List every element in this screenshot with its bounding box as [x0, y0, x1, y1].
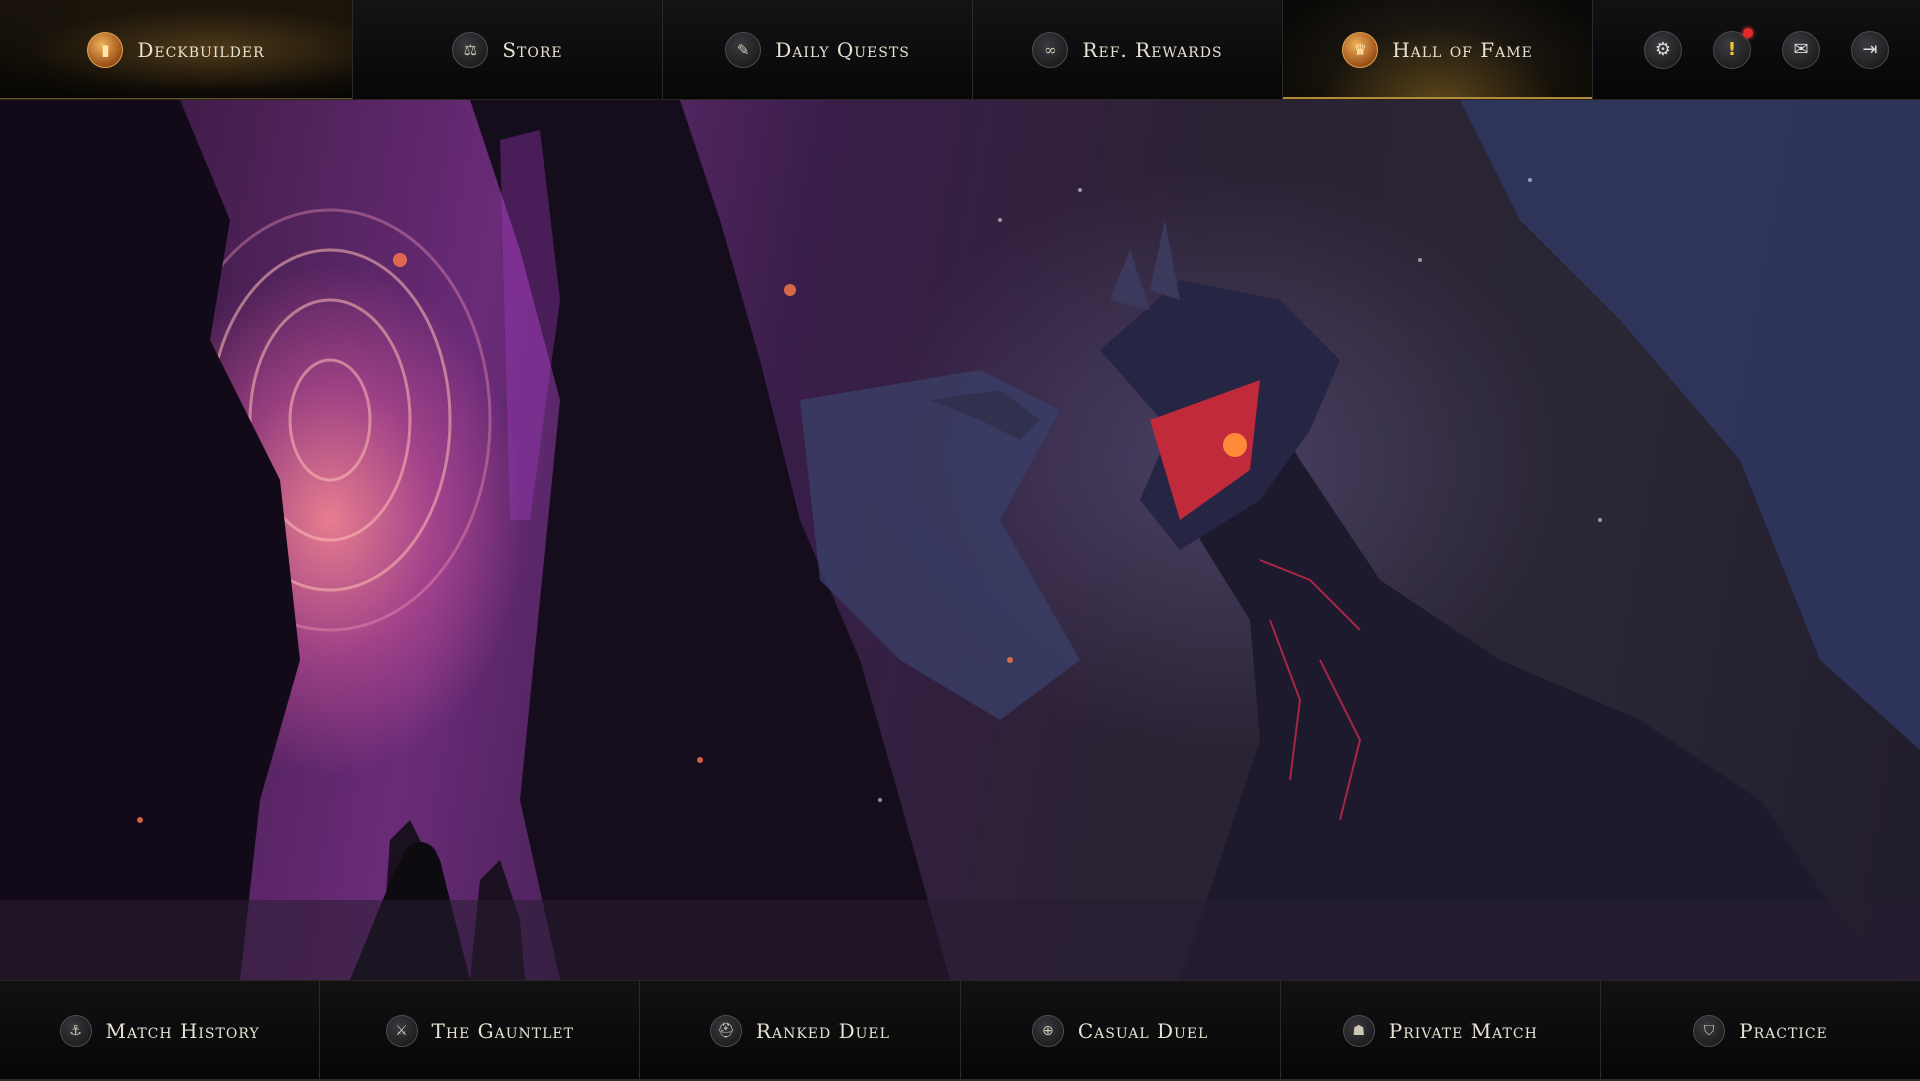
card-icon: ▮ [87, 31, 124, 68]
logout-button[interactable]: ⇥ [1851, 30, 1889, 69]
tab-label: Store [502, 37, 563, 62]
tab-label: Hall of Fame [1392, 37, 1533, 62]
left-cliff [0, 100, 300, 980]
tab-label: Deckbuilder [137, 37, 265, 62]
quill-icon: ✎ [725, 31, 762, 68]
globe-icon: ⊕ [1031, 1015, 1064, 1047]
exclamation-icon: ! [1727, 39, 1737, 60]
logout-icon: ⇥ [1862, 39, 1878, 60]
mode-label: The Gauntlet [431, 1019, 574, 1043]
trophy-icon: ♛ [1342, 31, 1379, 68]
mode-label: Ranked Duel [755, 1019, 890, 1043]
tab-label: Ref. Rewards [1082, 37, 1223, 62]
mode-label: Match History [105, 1019, 260, 1043]
mode-label: Practice [1739, 1019, 1828, 1043]
casual-duel-button[interactable]: ⊕ Casual Duel [960, 981, 1281, 1081]
private-match-button[interactable]: ☗ Private Match [1280, 981, 1601, 1081]
gear-icon: ⚙ [1654, 39, 1672, 60]
mode-label: Casual Duel [1077, 1019, 1209, 1043]
dragon-wing-right [1460, 100, 1920, 750]
notification-dot [1743, 27, 1753, 38]
hero-artwork [0, 100, 1920, 980]
link-icon: ∞ [1032, 31, 1069, 68]
tab-store[interactable]: ⚖ Store [353, 0, 663, 99]
game-mode-bar: ⚓ Match History ⚔ The Gauntlet ⛑ Ranked … [0, 980, 1920, 1081]
mail-icon: ✉ [1793, 39, 1809, 60]
scales-icon: ⚖ [452, 31, 489, 68]
utility-buttons: ⚙ ! ✉ ⇥ [1593, 0, 1920, 99]
tab-ref-rewards[interactable]: ∞ Ref. Rewards [973, 0, 1283, 99]
match-history-button[interactable]: ⚓ Match History [0, 981, 321, 1081]
tab-hall-of-fame[interactable]: ♛ Hall of Fame [1283, 0, 1593, 99]
top-navigation: ▮ Deckbuilder ⚖ Store ✎ Daily Quests ∞ R… [0, 0, 1920, 100]
the-gauntlet-button[interactable]: ⚔ The Gauntlet [320, 981, 641, 1081]
practice-button[interactable]: ⛉ Practice [1600, 981, 1920, 1081]
crossed-swords-icon: ⚔ [385, 1015, 418, 1047]
history-icon: ⚓ [59, 1015, 92, 1047]
ranked-duel-button[interactable]: ⛑ Ranked Duel [640, 981, 961, 1081]
mail-button[interactable]: ✉ [1782, 30, 1820, 69]
tab-deckbuilder[interactable]: ▮ Deckbuilder [0, 0, 353, 99]
alerts-button[interactable]: ! [1713, 27, 1753, 69]
hood-icon: ☗ [1342, 1015, 1375, 1047]
tab-label: Daily Quests [775, 37, 910, 62]
shield-icon: ⛉ [1693, 1015, 1726, 1047]
tab-daily-quests[interactable]: ✎ Daily Quests [663, 0, 973, 99]
mode-label: Private Match [1388, 1019, 1538, 1043]
settings-button[interactable]: ⚙ [1644, 30, 1682, 69]
helmet-icon: ⛑ [709, 1015, 742, 1047]
hero-illustration [0, 100, 1920, 980]
